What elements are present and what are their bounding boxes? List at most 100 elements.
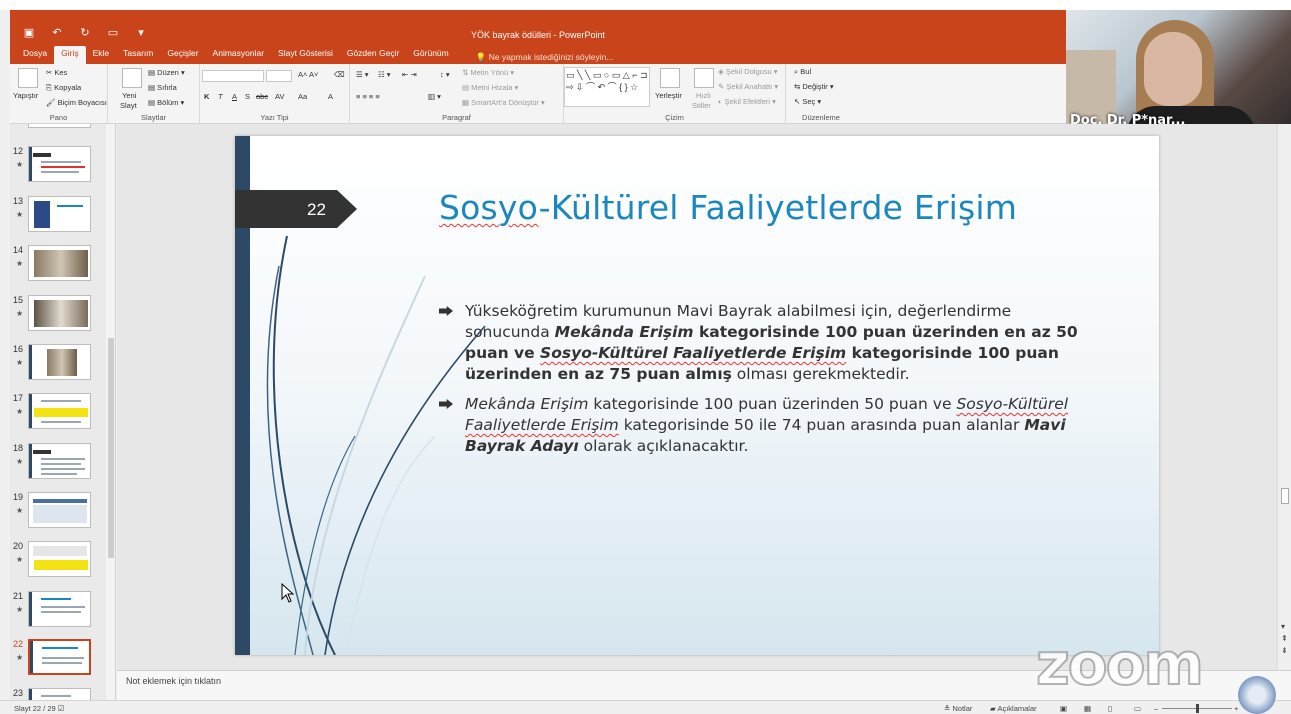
reading-view-icon[interactable]: ▯ [1108,704,1112,713]
tell-me-box[interactable]: 💡 Ne yapmak istediğinizi söyleyin... [456,50,614,64]
select-button[interactable]: ↖ Seç ▾ [794,97,821,106]
slide-thumbnail-pane[interactable]: 12 ★ 13 ★ 14 ★ 15 ★ 16 ★ 17 ★ 18 ★ 19 ★ [10,124,116,700]
underline-button[interactable]: A [232,92,237,101]
slide-sorter-icon[interactable]: ▦ [1084,704,1091,713]
new-slide-icon[interactable] [122,68,142,88]
thumbnail-slide-19[interactable]: 19 ★ [10,492,115,536]
align-icons[interactable]: ≡ ≡ ≡ ≡ [356,92,380,101]
shape-outline-button[interactable]: ✎ Şekil Anahattı ▾ [718,82,778,91]
quick-styles-icon[interactable] [694,68,714,88]
zoom-slider-thumb[interactable] [1196,704,1199,713]
strikethrough-button[interactable]: abc [256,92,268,101]
paste-button[interactable]: Yapıştır [13,91,38,100]
shape-fill-button[interactable]: ◈ Şekil Dolgusu ▾ [718,67,778,76]
format-painter-button[interactable]: 🖌 Biçim Boyacısı [46,98,107,107]
bold-button[interactable]: K [204,92,209,101]
thumbnail-slide-21[interactable]: 21 ★ [10,591,115,635]
tab-dosya[interactable]: Dosya [16,46,54,64]
slide-22[interactable]: 22 Sosyo-Kültürel Faaliyetlerde Erişim Y… [235,136,1159,655]
group-cizim: ▭ ╲ ╲ ▭ ○ ▭ △ ⌐ ⊐ ⇨ ⇩ ⌒ ↶ ⌒ { } ☆ Yerleş… [564,64,786,124]
thumbnail-scroll-thumb[interactable] [108,338,114,558]
previous-slide-icon[interactable]: ⇞ [1281,634,1288,643]
tab-giris[interactable]: Giriş [54,46,86,64]
find-button[interactable]: ⌕ Bul [794,67,811,77]
numbering-icon[interactable]: ☷ ▾ [378,70,391,79]
tab-animasyonlar[interactable]: Animasyonlar [206,46,272,64]
clear-formatting-icon[interactable]: ⌫ [334,70,345,79]
thumbnail-slide-15[interactable]: 15 ★ [10,295,115,339]
tab-gecisler[interactable]: Geçişler [160,46,205,64]
normal-view-icon[interactable]: ▣ [1060,704,1067,713]
group-label-pano: Pano [49,113,68,122]
thumbnail-scrollbar[interactable] [106,124,115,700]
comments-button[interactable]: ▰ Açıklamalar [990,704,1037,713]
grow-shrink-font-icons[interactable]: A˄ A˅ [298,70,318,79]
char-spacing-button[interactable]: AV [275,92,284,101]
text-direction-button[interactable]: ⇅ Metin Yönü ▾ [462,68,514,77]
section-button[interactable]: ▤ Bölüm ▾ [148,98,184,107]
participant-video[interactable]: Doç. Dr. P*nar... [1066,10,1291,136]
thumbnail-slide-18[interactable]: 18 ★ [10,443,115,487]
thumbnail-slide-20[interactable]: 20 ★ [10,541,115,585]
paste-icon[interactable] [18,68,38,88]
smartart-button[interactable]: ▦ SmartArt'a Dönüştür ▾ [462,98,545,107]
font-size-combo[interactable] [266,70,292,82]
align-text-button[interactable]: ▤ Metni Hizala ▾ [462,83,518,92]
thumbnail-slide-12[interactable]: 12 ★ [10,146,115,190]
tell-me-text: Ne yapmak istediğinizi söyleyin... [488,52,614,62]
thumbnail-slide-17[interactable]: 17 ★ [10,393,115,437]
tab-slayt-gosterisi[interactable]: Slayt Gösterisi [271,46,340,64]
slide-vertical-scrollbar[interactable]: ▾ ⇞ ⇟ [1277,124,1291,670]
font-color-button[interactable]: A [328,92,333,101]
thumbnail-slide-23[interactable]: 23 [10,688,115,700]
replace-button[interactable]: ⇆ Değiştir ▾ [794,82,834,91]
arrange-icon[interactable] [660,68,680,88]
change-case-button[interactable]: Aa [298,92,307,101]
line-spacing-icon[interactable]: ↕ ▾ [440,70,450,79]
copy-button[interactable]: ⎘ Kopyala [46,83,81,93]
columns-icon[interactable]: ▥ ▾ [428,92,441,101]
spellcheck-icon[interactable]: ☑ [58,704,65,713]
document-title: YÖK bayrak ödülleri - PowerPoint [470,30,606,40]
bullets-icon[interactable]: ☰ ▾ [356,70,369,79]
shape-effects-button[interactable]: ◐ Şekil Efektleri ▾ [718,97,776,106]
indent-icons[interactable]: ⇤ ⇥ [402,70,417,79]
participant-face [1144,32,1202,106]
thumbnail-slide-16[interactable]: 16 ★ [10,344,115,388]
zoom-slider[interactable] [1162,704,1232,713]
find-label: Bul [800,67,812,76]
new-slide-label-1[interactable]: Yeni [122,91,136,100]
scroll-down-icon[interactable]: ▾ [1281,622,1285,631]
slide-scroll-thumb[interactable] [1281,488,1289,504]
animation-star-icon: ★ [16,555,24,564]
shadow-button[interactable]: S [245,92,250,101]
slide-body[interactable]: Yükseköğretim kurumunun Mavi Bayrak alab… [439,301,1079,466]
quick-styles-label-2[interactable]: Stiller [692,101,711,110]
university-seal-logo [1238,676,1276,714]
thumbnail-slide-13[interactable]: 13 ★ [10,196,115,240]
font-name-combo[interactable] [202,70,264,82]
zoom-in-icon[interactable]: + [1234,704,1238,713]
thumbnail-slide-14[interactable]: 14 ★ [10,245,115,289]
new-slide-label-2[interactable]: Slayt [120,101,137,110]
slideshow-view-icon[interactable]: ▭ [1134,704,1141,713]
cut-button[interactable]: ✂ Kes [46,68,67,77]
next-slide-icon[interactable]: ⇟ [1281,646,1288,655]
tab-ekle[interactable]: Ekle [86,46,117,64]
thumbnail-image [28,295,91,331]
tab-gorunum[interactable]: Görünüm [406,46,455,64]
quick-styles-label-1[interactable]: Hızlı [696,91,711,100]
tab-tasarim[interactable]: Tasarım [116,46,160,64]
slide-title[interactable]: Sosyo-Kültürel Faaliyetlerde Erişim [439,188,1017,227]
zoom-out-icon[interactable]: – [1154,704,1158,713]
text-direction-label: Metin Yönü [470,68,509,77]
arrange-button[interactable]: Yerleştir [655,91,682,100]
bullet-1: Yükseköğretim kurumunun Mavi Bayrak alab… [439,301,1079,385]
reset-button[interactable]: ▤ Sıfırla [148,83,177,92]
tab-gozden-gecir[interactable]: Gözden Geçir [340,46,406,64]
notes-button[interactable]: ≜ Notlar [944,704,972,713]
layout-button[interactable]: ▤ Düzen ▾ [148,68,185,77]
shapes-gallery[interactable]: ▭ ╲ ╲ ▭ ○ ▭ △ ⌐ ⊐ ⇨ ⇩ ⌒ ↶ ⌒ { } ☆ [564,67,650,107]
thumbnail-slide-22[interactable]: 22 ★ [10,639,115,683]
italic-button[interactable]: T [218,92,223,101]
